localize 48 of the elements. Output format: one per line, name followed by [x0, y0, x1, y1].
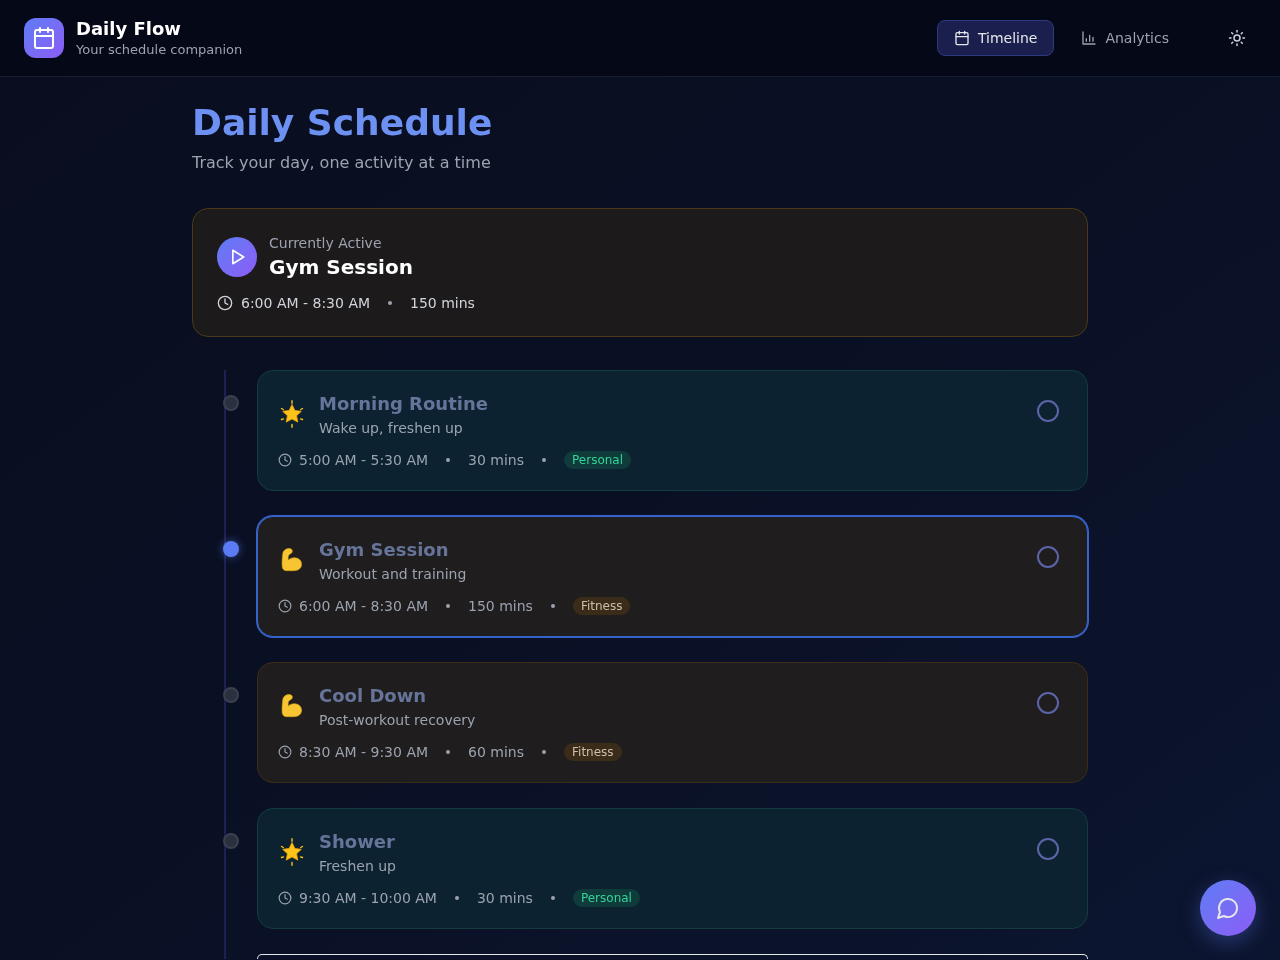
chat-button[interactable] — [1200, 880, 1256, 936]
activity-description: Freshen up — [319, 857, 396, 876]
logo-icon — [24, 18, 64, 58]
bar-chart-icon — [1081, 30, 1098, 46]
page-subtitle: Track your day, one activity at a time — [192, 152, 492, 174]
sun-icon — [1228, 29, 1246, 47]
activity-description: Workout and training — [319, 565, 467, 584]
page-title: Daily Schedule — [192, 103, 494, 143]
activity-duration: 30 mins — [468, 451, 524, 470]
star-icon — [278, 400, 306, 428]
calendar-icon — [953, 30, 970, 46]
activity-title: Cool Down — [319, 684, 428, 708]
clock-icon — [278, 453, 292, 467]
activity-duration: 150 mins — [468, 597, 533, 616]
clock-icon — [278, 745, 292, 759]
category-tag: Fitness — [564, 743, 622, 761]
category-tag: Fitness — [572, 597, 631, 615]
category-tag: Personal — [572, 889, 640, 907]
complete-checkbox[interactable] — [1037, 400, 1059, 422]
current-label: Currently Active — [269, 234, 383, 253]
activity-time: 6:00 AM - 8:30 AM — [299, 597, 429, 616]
activity-description: Post-workout recovery — [319, 711, 476, 730]
activity-title: Morning Routine — [319, 392, 488, 416]
chat-icon — [1216, 896, 1240, 920]
activity-time: 6:00 AM - 8:30 AM — [241, 294, 371, 313]
play-icon — [217, 237, 257, 277]
clock-icon — [278, 891, 292, 905]
clock-icon — [217, 295, 233, 311]
activity-duration: 30 mins — [476, 889, 533, 908]
clock-icon — [278, 599, 292, 613]
app-title: Daily Flow — [76, 17, 182, 41]
nav-tab[interactable]: Analytics — [1064, 20, 1186, 56]
star-icon — [278, 838, 306, 866]
activity-title: Shower — [319, 830, 396, 854]
activity-time: 8:30 AM - 9:30 AM — [299, 743, 429, 762]
nav-tab[interactable]: Timeline — [936, 20, 1055, 56]
activity-duration: 60 mins — [468, 743, 524, 762]
activity-description: Wake up, freshen up — [319, 419, 464, 438]
category-tag: Personal — [564, 451, 632, 469]
complete-checkbox[interactable] — [1037, 838, 1059, 860]
app-subtitle: Your schedule companion — [76, 41, 243, 59]
complete-checkbox[interactable] — [1037, 546, 1059, 568]
activity-title: Gym Session — [319, 538, 450, 562]
complete-checkbox[interactable] — [1037, 692, 1059, 714]
activity-time: 9:30 AM - 10:00 AM — [299, 889, 437, 908]
activity-time: 5:00 AM - 5:30 AM — [299, 451, 429, 470]
current-activity-title: Gym Session — [269, 254, 413, 281]
activity-duration: 150 mins — [410, 294, 475, 313]
